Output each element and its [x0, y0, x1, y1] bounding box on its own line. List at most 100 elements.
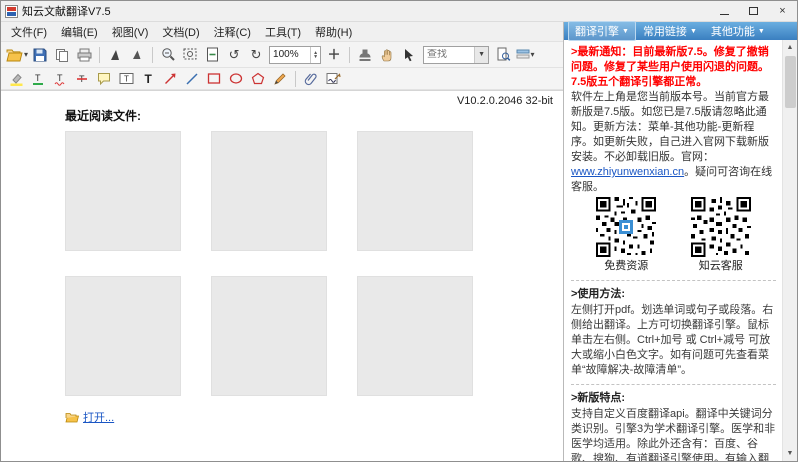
rotate-cw-icon: ↻ — [250, 47, 262, 62]
qr-label-free-resources: 免费资源 — [604, 260, 649, 272]
view-options-button[interactable]: ▾ — [514, 45, 536, 65]
line-tool-button[interactable] — [181, 69, 203, 89]
zoom-in-button[interactable]: ＋ — [323, 45, 345, 65]
find-input[interactable] — [427, 49, 474, 60]
window-title: 知云文献翻译V7.5 — [22, 6, 111, 18]
copy-button[interactable] — [51, 45, 73, 65]
recent-file-placeholder-1[interactable] — [65, 131, 181, 251]
cursor-tool-button[interactable] — [398, 45, 420, 65]
attachment-tool-button[interactable] — [300, 69, 322, 89]
maximize-icon — [749, 7, 758, 15]
signature-tool-button[interactable] — [322, 69, 344, 89]
menubar: 文件(F) 编辑(E) 视图(V) 文档(D) 注释(C) 工具(T) 帮助(H… — [1, 22, 563, 41]
tab-other-functions[interactable]: 其他功能 ▼ — [704, 21, 772, 41]
official-website-link[interactable]: www.zhiyunwenxian.cn — [571, 166, 684, 178]
menu-document[interactable]: 文档(D) — [155, 22, 206, 42]
section-body: 支持自定义百度翻译api。翻译中关键词分类识别。引擎3为学术翻译引擎。医学和非医… — [571, 408, 776, 461]
hand-tool-button[interactable] — [376, 45, 398, 65]
zoom-marquee-button[interactable] — [179, 45, 201, 65]
maximize-button[interactable] — [739, 1, 768, 21]
view-options-caret-icon: ▾ — [530, 50, 535, 59]
titlebar: 知云文献翻译V7.5 × — [1, 1, 797, 21]
stamp-tool-button[interactable] — [354, 45, 376, 65]
svg-text:T: T — [35, 73, 41, 83]
scroll-down-button[interactable]: ▼ — [783, 446, 798, 461]
fit-page-button[interactable] — [201, 45, 223, 65]
chevron-down-icon: ▼ — [757, 27, 765, 35]
strikeout-icon: T — [77, 74, 87, 84]
reader-pane: 文件(F) 编辑(E) 视图(V) 文档(D) 注释(C) 工具(T) 帮助(H… — [1, 22, 563, 461]
recent-file-placeholder-5[interactable] — [211, 276, 327, 396]
strikeout-tool-button[interactable]: T — [71, 69, 93, 89]
tab-common-links[interactable]: 常用链接 ▼ — [636, 21, 704, 41]
print-button[interactable] — [73, 45, 95, 65]
view-options-icon — [516, 49, 529, 59]
close-button[interactable]: × — [768, 1, 797, 21]
note-icon — [98, 72, 110, 85]
section-title: >使用方法: — [571, 288, 626, 300]
squiggly-tool-button[interactable]: T — [49, 69, 71, 89]
recent-file-placeholder-6[interactable] — [357, 276, 473, 396]
save-button[interactable] — [29, 45, 51, 65]
zoom-out-icon — [161, 48, 175, 61]
menu-view[interactable]: 视图(V) — [105, 22, 156, 42]
find-combo[interactable]: ▼ — [423, 45, 490, 64]
zoom-out-button[interactable] — [157, 45, 179, 65]
window-controls: × — [710, 1, 797, 21]
toolbar-separator — [349, 46, 351, 63]
tab-translation-engine[interactable]: 翻译引擎 ▼ — [568, 21, 636, 41]
app-logo-icon — [5, 4, 18, 18]
qr-code-image — [596, 197, 657, 257]
qr-customer-service: 知云客服 — [690, 197, 751, 274]
fit-page-icon — [206, 47, 218, 62]
toolbar-separator — [295, 70, 296, 87]
underline-tool-button[interactable]: T — [27, 69, 49, 89]
zoom-spinner[interactable]: ▲ ▼ — [310, 46, 320, 63]
pencil-tool-button[interactable] — [269, 69, 291, 89]
recent-file-placeholder-4[interactable] — [65, 276, 181, 396]
cursor-icon — [405, 48, 414, 61]
ellipse-tool-button[interactable] — [225, 69, 247, 89]
recent-file-placeholder-3[interactable] — [357, 131, 473, 251]
find-dropdown-icon[interactable]: ▼ — [474, 46, 489, 63]
menu-help[interactable]: 帮助(H) — [308, 22, 359, 42]
highlight-tool-button[interactable] — [5, 69, 27, 89]
note-tool-button[interactable] — [93, 69, 115, 89]
scroll-thumb[interactable] — [784, 56, 796, 108]
rotate-cw-button[interactable]: ↻ — [245, 45, 267, 65]
scroll-up-button[interactable]: ▲ — [783, 40, 798, 55]
qr-code-row: 免费资源 知云客服 — [571, 195, 776, 274]
recent-file-placeholder-2[interactable] — [211, 131, 327, 251]
panel-notice-content: >最新通知：目前最新版7.5。修复了撤销问题。修复了某些用户使用闪退的问题。7.… — [564, 40, 782, 461]
arrow-tool-button[interactable] — [159, 69, 181, 89]
rectangle-tool-button[interactable] — [203, 69, 225, 89]
menu-file[interactable]: 文件(F) — [4, 22, 54, 42]
save-icon — [33, 48, 47, 61]
recent-files-area: V10.2.0.2046 32-bit 最近阅读文件: 打开... — [1, 90, 563, 461]
dashed-divider — [571, 384, 776, 385]
zoom-level-combo[interactable]: 100% ▲ ▼ — [269, 45, 322, 64]
zoom-marquee-icon — [183, 48, 197, 60]
menu-edit[interactable]: 编辑(E) — [54, 22, 105, 42]
minimize-button[interactable] — [710, 1, 739, 21]
snapshot-tool-button[interactable] — [126, 45, 148, 65]
select-tool-button[interactable] — [104, 45, 126, 65]
open-folder-small-icon — [65, 412, 79, 422]
text-box-tool-button[interactable]: T — [115, 69, 137, 89]
menu-tools[interactable]: 工具(T) — [258, 22, 308, 42]
version-label: V10.2.0.2046 32-bit — [456, 95, 553, 107]
search-document-button[interactable] — [492, 45, 514, 65]
rotate-ccw-button[interactable]: ↺ — [223, 45, 245, 65]
open-file-link[interactable]: 打开... — [83, 409, 114, 425]
polygon-icon — [251, 72, 265, 85]
panel-scrollbar[interactable]: ▲ ▼ — [782, 40, 797, 461]
underline-icon: T — [33, 73, 43, 85]
print-icon — [77, 48, 92, 61]
text-box-icon: T — [119, 73, 133, 84]
typewriter-tool-button[interactable]: T — [137, 69, 159, 89]
squiggly-icon: T — [54, 73, 65, 86]
open-file-button[interactable]: ▾ — [5, 45, 29, 65]
recent-files-grid — [65, 131, 473, 396]
polygon-tool-button[interactable] — [247, 69, 269, 89]
menu-annotate[interactable]: 注释(C) — [207, 22, 258, 42]
